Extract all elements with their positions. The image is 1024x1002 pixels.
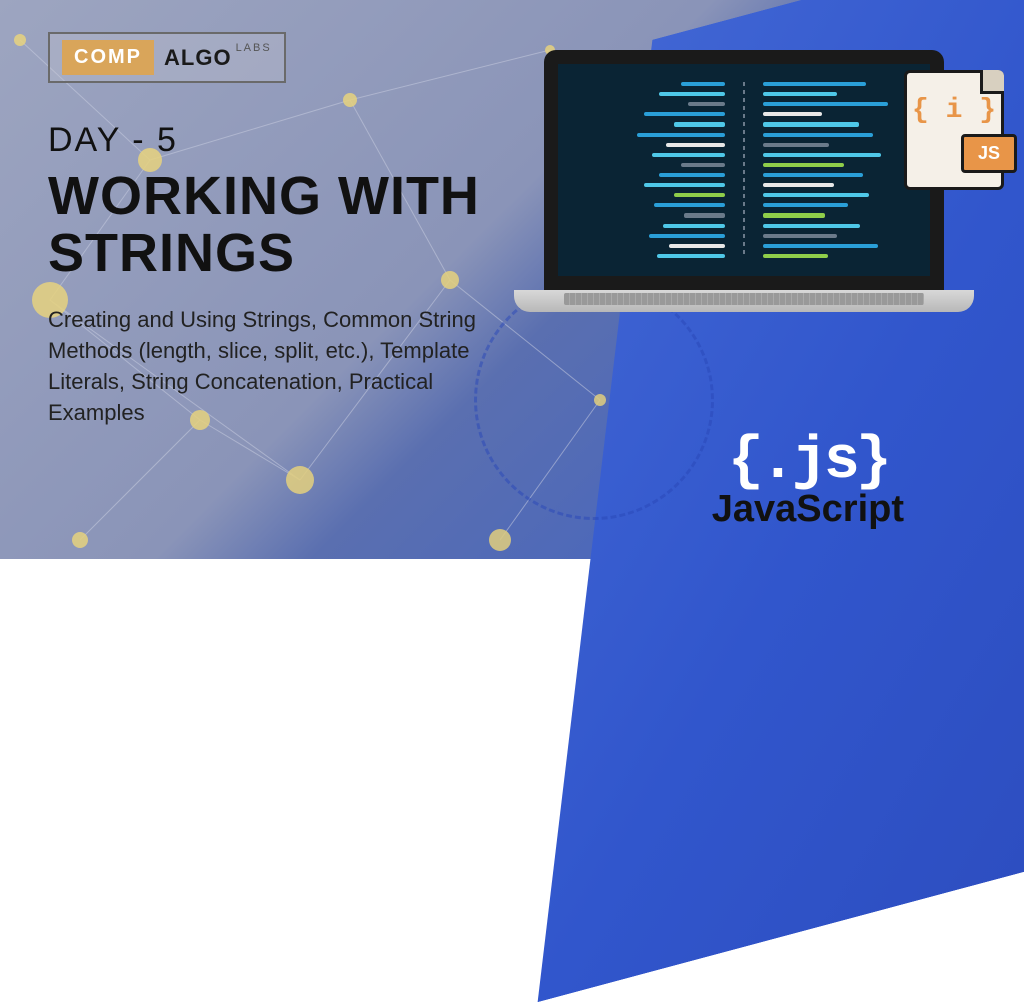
logo-algo-text: ALGO	[164, 45, 232, 71]
logo-comp-text: COMP	[62, 40, 154, 75]
javascript-text: JavaScript	[712, 488, 904, 531]
laptop-screen	[544, 50, 944, 290]
dashed-circle-decoration	[474, 280, 714, 520]
code-column-right	[763, 82, 910, 258]
logo-labs-text: LABS	[236, 42, 272, 54]
laptop-illustration: { i } JS	[524, 50, 964, 312]
file-braces-text: { i }	[907, 95, 1001, 126]
code-column-left	[578, 82, 725, 258]
js-braces-text: {.js}	[712, 428, 904, 496]
description-text: Creating and Using Strings, Common Strin…	[48, 305, 518, 428]
javascript-logo: {.js} JavaScript	[712, 428, 904, 531]
laptop-keyboard	[514, 290, 974, 312]
compalgo-logo: COMP ALGO LABS	[48, 32, 286, 83]
page-title: WORKING WITH STRINGS	[48, 168, 548, 281]
js-file-icon: { i } JS	[904, 70, 1004, 190]
file-js-badge: JS	[961, 134, 1017, 173]
